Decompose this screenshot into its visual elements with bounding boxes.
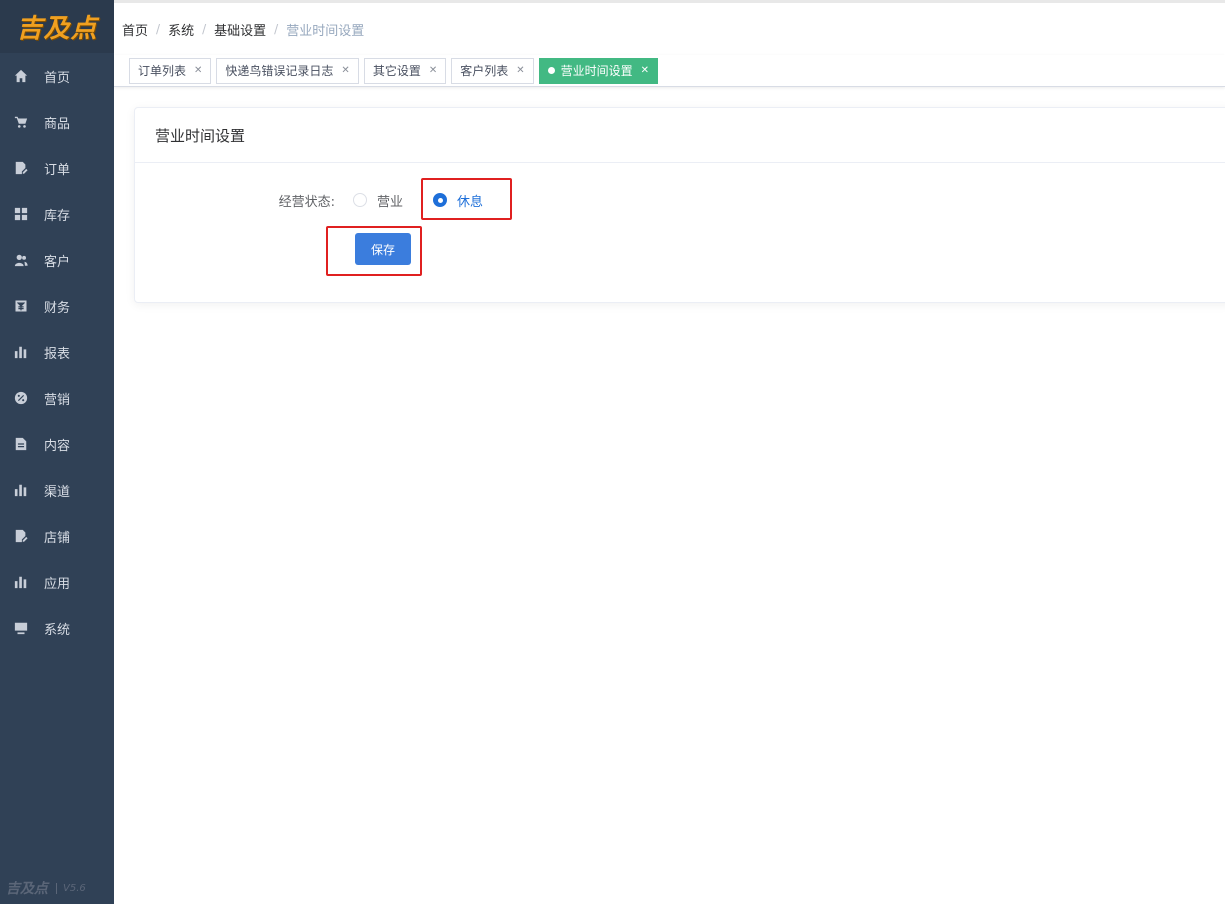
close-icon[interactable]: ✕ [194, 65, 202, 76]
document-icon [14, 437, 28, 451]
sidebar-item-system[interactable]: 系统 [0, 605, 114, 651]
bar-chart-icon [14, 575, 28, 589]
tag-label: 快递鸟错误记录日志 [225, 64, 334, 78]
sidebar-item-label: 商品 [44, 116, 71, 132]
sidebar-item-label: 客户 [44, 254, 71, 270]
sidebar-item-inventory[interactable]: 库存 [0, 191, 114, 237]
footer-logo: 吉及点 [6, 881, 48, 897]
tag-label: 订单列表 [138, 64, 187, 78]
highlight-box-save-button [326, 226, 422, 276]
order-icon [14, 161, 28, 175]
sidebar-item-home[interactable]: 首页 [0, 53, 114, 99]
sidebar-item-label: 店铺 [44, 530, 71, 546]
breadcrumb-separator: / [156, 22, 161, 36]
sidebar-item-label: 首页 [44, 70, 71, 86]
finance-icon [14, 299, 28, 313]
percent-icon [14, 391, 28, 405]
sidebar-item-finance[interactable]: 财务 [0, 283, 114, 329]
sidebar-item-reports[interactable]: 报表 [0, 329, 114, 375]
sidebar: 吉及点 首页 商品 订单 库存 客户 财务 报表 营销 内容 渠道 店铺 应用 … [0, 0, 114, 904]
bar-chart-icon [14, 483, 28, 497]
card-title: 营业时间设置 [135, 108, 1225, 163]
tag-label: 营业时间设置 [560, 64, 633, 78]
sidebar-item-label: 订单 [44, 162, 71, 178]
radio-open[interactable]: 营业 [353, 191, 403, 210]
sidebar-item-label: 内容 [44, 438, 71, 454]
version-label: V5.6 [56, 882, 86, 894]
sidebar-item-label: 系统 [44, 622, 71, 638]
sidebar-item-stores[interactable]: 店铺 [0, 513, 114, 559]
sidebar-item-label: 财务 [44, 300, 71, 316]
breadcrumb-separator: / [202, 22, 207, 36]
radio-circle[interactable] [353, 193, 367, 207]
sidebar-item-channels[interactable]: 渠道 [0, 467, 114, 513]
close-icon[interactable]: ✕ [429, 65, 437, 76]
users-icon [14, 253, 28, 267]
close-icon[interactable]: ✕ [341, 65, 349, 76]
sidebar-item-label: 营销 [44, 392, 71, 408]
active-dot-icon [547, 67, 555, 74]
breadcrumb-item-basic-settings[interactable]: 基础设置 [214, 20, 266, 39]
tag-other-settings[interactable]: 其它设置 ✕ [363, 57, 447, 84]
order-icon [14, 529, 28, 543]
radio-label: 营业 [377, 194, 404, 210]
logo-text: 吉及点 [16, 14, 98, 44]
sidebar-item-orders[interactable]: 订单 [0, 145, 114, 191]
highlight-box-rest-option [421, 178, 512, 220]
sidebar-item-customers[interactable]: 客户 [0, 237, 114, 283]
grid-icon [14, 207, 28, 221]
tag-customer-list[interactable]: 客户列表 ✕ [451, 57, 534, 84]
sidebar-footer: 吉及点 V5.6 [6, 878, 86, 898]
sidebar-item-marketing[interactable]: 营销 [0, 375, 114, 421]
tag-express-error-log[interactable]: 快递鸟错误记录日志 ✕ [216, 57, 359, 84]
sidebar-item-apps[interactable]: 应用 [0, 559, 114, 605]
sidebar-item-content[interactable]: 内容 [0, 421, 114, 467]
close-icon[interactable]: ✕ [516, 65, 524, 76]
tag-order-list[interactable]: 订单列表 ✕ [129, 57, 212, 84]
breadcrumb: 首页 / 系统 / 基础设置 / 营业时间设置 [114, 0, 1225, 55]
cart-icon [14, 115, 28, 129]
settings-card: 营业时间设置 经营状态: 营业 休息 保存 [134, 107, 1225, 303]
breadcrumb-item-current: 营业时间设置 [286, 23, 365, 39]
breadcrumb-item-home[interactable]: 首页 [122, 20, 148, 39]
sidebar-item-label: 应用 [44, 576, 71, 592]
logo[interactable]: 吉及点 [0, 0, 114, 53]
tag-label: 其它设置 [372, 64, 421, 78]
tag-business-hours[interactable]: 营业时间设置 ✕ [538, 57, 659, 84]
sidebar-menu: 首页 商品 订单 库存 客户 财务 报表 营销 内容 渠道 店铺 应用 系统 [0, 53, 114, 651]
home-icon [14, 69, 28, 83]
sidebar-item-label: 渠道 [44, 484, 71, 500]
tag-label: 客户列表 [460, 64, 509, 78]
close-icon[interactable]: ✕ [641, 65, 649, 76]
breadcrumb-separator: / [274, 22, 279, 36]
sidebar-item-label: 库存 [44, 208, 71, 224]
sidebar-item-goods[interactable]: 商品 [0, 99, 114, 145]
monitor-icon [14, 621, 28, 635]
tags-view: 订单列表 ✕ 快递鸟错误记录日志 ✕ 其它设置 ✕ 客户列表 ✕ 营业时间设置 … [114, 55, 1225, 87]
breadcrumb-item-system[interactable]: 系统 [168, 20, 194, 39]
sidebar-item-label: 报表 [44, 346, 71, 362]
status-label: 经营状态: [278, 194, 335, 210]
bar-chart-icon [14, 345, 28, 359]
